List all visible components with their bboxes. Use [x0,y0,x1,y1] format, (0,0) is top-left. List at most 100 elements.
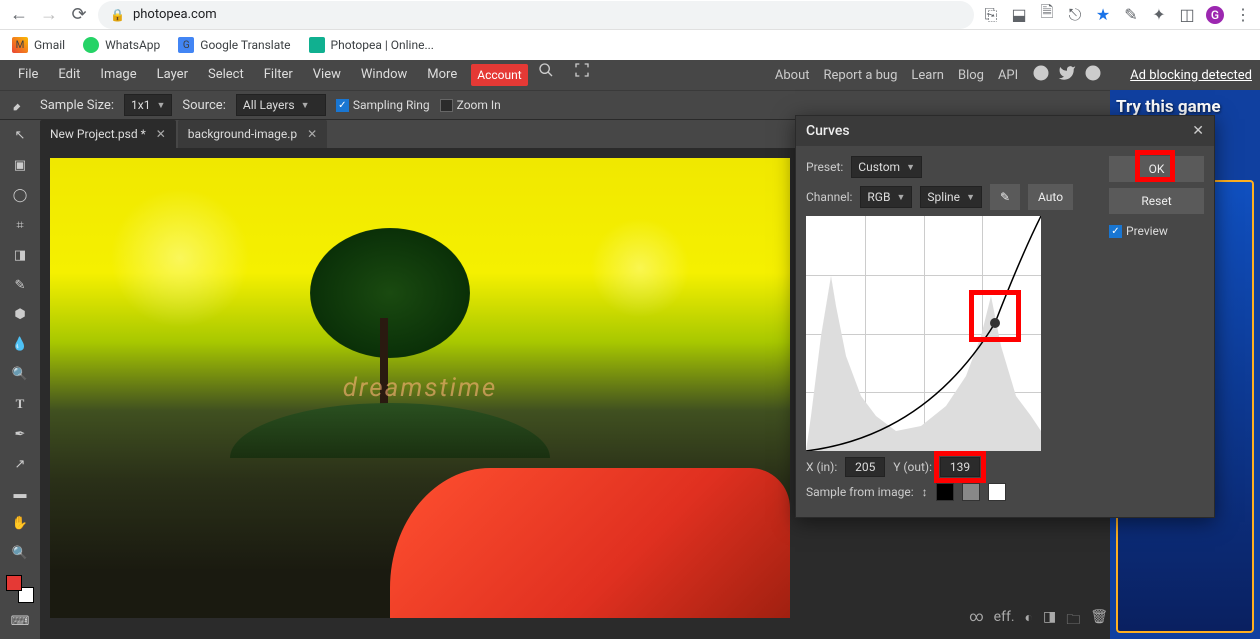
move-tool[interactable]: ↖ [6,124,34,148]
bookmark-photopea[interactable]: Photopea | Online... [309,37,434,53]
close-icon[interactable]: ✕ [1192,123,1204,139]
sampling-ring-checkbox[interactable]: ✓Sampling Ring [336,98,430,112]
browser-toolbar: ← → ⟳ 🔒 photopea.com ⎘ ⬓ 🗎 ⎋ ★ ✎ ✦ ◫ G ⋮ [0,0,1260,30]
puzzle-icon[interactable]: ✦ [1150,6,1168,24]
link-learn[interactable]: Learn [911,68,944,83]
crop-tool[interactable]: ⌗ [6,213,34,237]
reddit-icon[interactable] [1032,64,1050,86]
adjustment-icon[interactable]: ◨ [1043,609,1056,633]
interpolation-select[interactable]: Spline▼ [920,186,982,208]
canvas[interactable]: dreamstime [50,158,790,618]
x-in-input[interactable] [845,457,885,477]
pen-tool[interactable]: ✒ [6,422,34,446]
lasso-tool[interactable]: ◯ [6,184,34,208]
back-button[interactable]: ← [8,4,30,26]
twitter-icon[interactable] [1058,64,1076,86]
preset-select[interactable]: Custom▼ [851,156,922,178]
color-swatches[interactable] [6,575,34,603]
eraser-tool[interactable]: ◨ [6,243,34,267]
sample-size-select[interactable]: 1x1▼ [124,94,172,116]
menu-edit[interactable]: Edit [48,60,90,90]
sidepanel-icon[interactable]: ◫ [1178,6,1196,24]
curve-point[interactable] [990,318,1000,328]
path-tool[interactable]: ↗ [6,452,34,476]
bookmark-whatsapp[interactable]: WhatsApp [83,37,160,53]
picker-icon[interactable]: ✎ [1122,6,1140,24]
hand-tool[interactable]: ✋ [6,512,34,536]
menu-dots-icon[interactable]: ⋮ [1234,6,1252,24]
menu-account[interactable]: Account [471,64,527,86]
watermark: dreamstime [343,373,498,403]
ad-blocking-detected[interactable]: Ad blocking detected [1130,68,1252,83]
source-label: Source: [182,98,225,113]
install-icon[interactable]: ⎘ [982,6,1000,24]
profile-avatar[interactable]: G [1206,6,1224,24]
menu-image[interactable]: Image [90,60,146,90]
mask-icon[interactable]: ◐ [1025,609,1033,633]
link-api[interactable]: API [998,68,1018,83]
menu-filter[interactable]: Filter [254,60,303,90]
forward-button[interactable]: → [38,4,60,26]
extension-icons: ⎘ ⬓ 🗎 ⎋ ★ ✎ ✦ ◫ G ⋮ [982,6,1252,24]
swatch-gray[interactable] [962,483,980,501]
dialog-title: Curves [806,123,850,139]
curve-graph[interactable] [806,216,1041,451]
fullscreen-icon[interactable] [564,60,600,90]
tool-palette: ↖ ▣ ◯ ⌗ ◨ ✎ ⬢ 💧 🔍 T ✒ ↗ ▬ ✋ 🔍 ⌨ [0,120,40,639]
pencil-toggle[interactable]: ✎ [990,184,1020,210]
reload-button[interactable]: ⟳ [68,4,90,26]
swatch-white[interactable] [988,483,1006,501]
dialog-titlebar[interactable]: Curves ✕ [796,116,1214,146]
source-select[interactable]: All Layers▼ [236,94,326,116]
close-icon[interactable]: ✕ [307,127,317,141]
share-icon[interactable]: ⎋ [1066,6,1084,24]
blur-tool[interactable]: 💧 [6,333,34,357]
y-out-input[interactable] [940,457,980,477]
tab-new-project[interactable]: New Project.psd *✕ [40,120,176,148]
trash-icon[interactable]: 🗑 [1090,609,1108,633]
menu-select[interactable]: Select [198,60,254,90]
doc-icon[interactable]: 🗎 [1038,6,1056,24]
tab-background-image[interactable]: background-image.p✕ [178,120,327,148]
zoom-in-checkbox[interactable]: Zoom In [440,98,501,112]
preset-label: Preset: [806,160,843,174]
link-layers-icon[interactable]: ∞ [969,609,983,633]
download-icon[interactable]: ⬓ [1010,6,1028,24]
menu-view[interactable]: View [303,60,351,90]
close-icon[interactable]: ✕ [156,127,166,141]
menu-more[interactable]: More [417,60,467,90]
menu-window[interactable]: Window [351,60,417,90]
shape-tool[interactable]: ▬ [6,482,34,506]
link-about[interactable]: About [775,68,810,83]
sample-from-image-label: Sample from image: [806,485,914,499]
swatch-black[interactable] [936,483,954,501]
stamp-tool[interactable]: ⬢ [6,303,34,327]
auto-button[interactable]: Auto [1028,184,1073,210]
url-text: photopea.com [133,7,217,22]
address-bar[interactable]: 🔒 photopea.com [98,1,974,29]
eyedropper-icon [8,94,30,116]
marquee-tool[interactable]: ▣ [6,154,34,178]
dodge-tool[interactable]: 🔍 [6,363,34,387]
star-icon[interactable]: ★ [1094,6,1112,24]
brush-tool[interactable]: ✎ [6,273,34,297]
y-out-label: Y (out): [893,460,932,474]
effects-icon[interactable]: eff. [994,609,1015,633]
zoom-tool[interactable]: 🔍 [6,542,34,566]
quickmask-tool[interactable]: ⌨ [6,609,34,633]
menu-layer[interactable]: Layer [147,60,198,90]
type-tool[interactable]: T [6,392,34,416]
reset-button[interactable]: Reset [1109,188,1204,214]
bookmark-translate[interactable]: GGoogle Translate [178,37,290,53]
preview-checkbox[interactable]: ✓Preview [1109,224,1204,238]
menu-file[interactable]: File [8,60,48,90]
bookmark-gmail[interactable]: MGmail [12,37,65,53]
link-blog[interactable]: Blog [958,68,984,83]
folder-icon[interactable]: 🗀 [1066,609,1080,633]
eyedropper-icon[interactable]: ↕ [922,485,928,499]
search-icon[interactable] [528,60,564,90]
link-report-bug[interactable]: Report a bug [824,68,898,83]
facebook-icon[interactable] [1084,64,1102,86]
channel-select[interactable]: RGB▼ [860,186,912,208]
ok-button[interactable]: OK [1109,156,1204,182]
